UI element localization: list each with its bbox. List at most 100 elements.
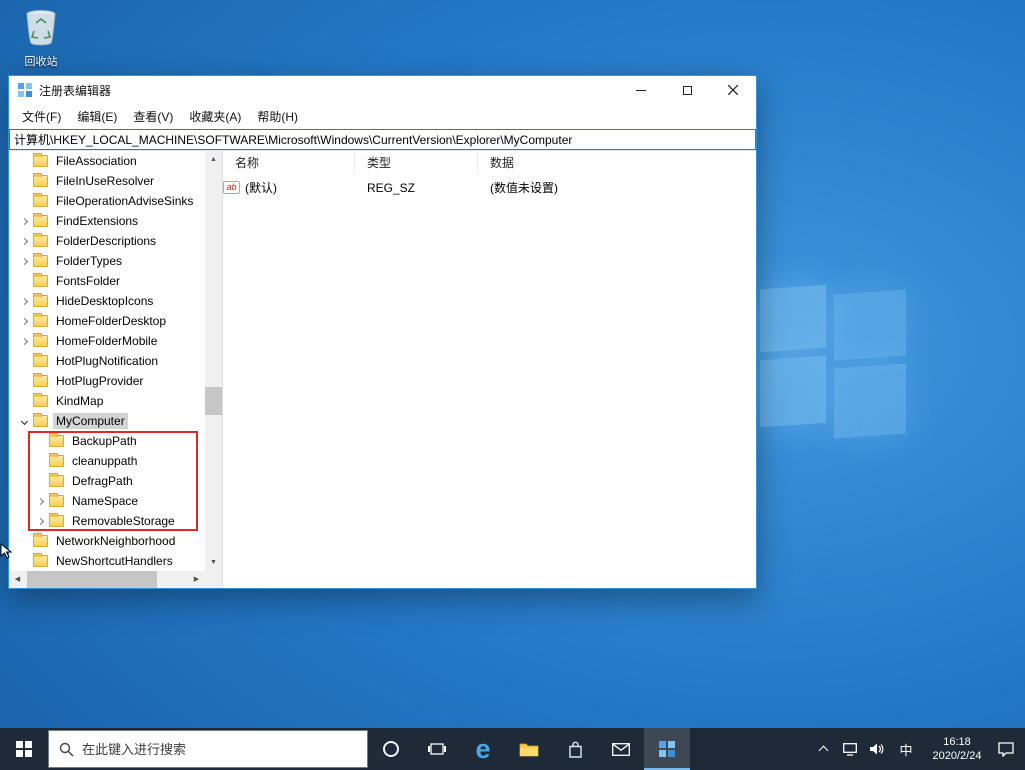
task-view-icon	[428, 743, 446, 755]
start-button[interactable]	[0, 728, 48, 770]
value-data: (数值未设置)	[490, 181, 558, 195]
tree-item-newshortcuthandlers[interactable]: NewShortcutHandlers	[9, 551, 205, 571]
windows-logo-pane	[834, 289, 906, 361]
tree-item-label: HotPlugNotification	[56, 354, 159, 368]
tree-item-label: NewShortcutHandlers	[56, 554, 173, 568]
chevron-down-icon[interactable]	[17, 417, 31, 425]
scroll-left-icon[interactable]	[9, 571, 26, 588]
values-list: (默认) REG_SZ (数值未设置)	[223, 173, 756, 197]
task-view-button[interactable]	[414, 728, 460, 770]
folder-icon	[33, 313, 48, 327]
action-center-button[interactable]	[997, 728, 1015, 770]
tree-item-label: BackupPath	[72, 434, 137, 448]
folder-icon	[33, 393, 48, 407]
recycle-bin-icon	[20, 10, 62, 51]
scroll-right-icon[interactable]	[188, 571, 205, 588]
tree-item-label: HotPlugProvider	[56, 374, 144, 388]
tree-item-homefolderdesktop[interactable]: HomeFolderDesktop	[9, 311, 205, 331]
column-header-type[interactable]: 类型	[355, 151, 478, 173]
maximize-button[interactable]	[664, 76, 710, 104]
folder-icon	[33, 273, 48, 287]
recycle-bin[interactable]: 回收站	[10, 5, 72, 69]
menu-file[interactable]: 文件(F)	[14, 104, 69, 129]
edge-button[interactable]: e	[460, 728, 506, 770]
mail-button[interactable]	[598, 728, 644, 770]
search-input[interactable]	[82, 741, 357, 757]
chevron-right-icon[interactable]	[17, 337, 31, 345]
chevron-right-icon[interactable]	[17, 297, 31, 305]
tree-item-hotplugprovider[interactable]: HotPlugProvider	[9, 371, 205, 391]
tree-item-networkneighborhood[interactable]: NetworkNeighborhood	[9, 531, 205, 551]
hidden-icons-button[interactable]	[814, 728, 832, 770]
folder-icon	[33, 213, 48, 227]
value-name: (默认)	[245, 180, 277, 195]
regedit-body: FileAssociation FileInUseResolver FileOper…	[9, 151, 756, 588]
menu-edit[interactable]: 编辑(E)	[69, 104, 125, 129]
tree-item-homefoldermobile[interactable]: HomeFolderMobile	[9, 331, 205, 351]
scrollbar-corner	[205, 571, 222, 588]
tree-item-fileassociation[interactable]: FileAssociation	[9, 151, 205, 171]
titlebar[interactable]: 注册表编辑器	[9, 76, 756, 104]
value-type: REG_SZ	[367, 180, 416, 195]
tree-item-backuppath[interactable]: BackupPath	[9, 431, 205, 451]
regedit-taskbar-button[interactable]	[644, 728, 690, 770]
tree-item-defragpath[interactable]: DefragPath	[9, 471, 205, 491]
tree-vertical-scrollbar[interactable]	[205, 151, 222, 571]
folder-icon	[49, 493, 64, 507]
horizontal-scroll-thumb[interactable]	[27, 571, 157, 588]
network-button[interactable]	[841, 728, 859, 770]
tree-item-label: FileInUseResolver	[56, 174, 155, 188]
tree-item-hidedesktopicons[interactable]: HideDesktopIcons	[9, 291, 205, 311]
tree-item-fontsfolder[interactable]: FontsFolder	[9, 271, 205, 291]
clock-date: 2020/2/24	[932, 750, 982, 762]
scroll-down-icon[interactable]	[205, 554, 222, 571]
cortana-button[interactable]	[368, 728, 414, 770]
tree-item-fileinuseresolver[interactable]: FileInUseResolver	[9, 171, 205, 191]
window-title: 注册表编辑器	[39, 83, 112, 98]
value-row[interactable]: (默认) REG_SZ (数值未设置)	[223, 177, 756, 197]
tree-item-cleanuppath[interactable]: cleanuppath	[9, 451, 205, 471]
tree-item-findextensions[interactable]: FindExtensions	[9, 211, 205, 231]
column-header-data[interactable]: 数据	[478, 151, 756, 173]
menu-view[interactable]: 查看(V)	[125, 104, 181, 129]
file-explorer-button[interactable]	[506, 728, 552, 770]
close-icon	[728, 85, 738, 95]
store-button[interactable]	[552, 728, 598, 770]
tree-item-hotplugnotification[interactable]: HotPlugNotification	[9, 351, 205, 371]
desktop: 回收站 注册表编辑器 文件(F)编辑(E)查看(V)收藏夹(A)帮助(H) Fi…	[0, 0, 1025, 770]
tree-item-kindmap[interactable]: KindMap	[9, 391, 205, 411]
chevron-right-icon[interactable]	[17, 237, 31, 245]
menu-favorites[interactable]: 收藏夹(A)	[181, 104, 249, 129]
menu-help[interactable]: 帮助(H)	[249, 104, 306, 129]
tree-item-fileoperationadvisesinks[interactable]: FileOperationAdviseSinks	[9, 191, 205, 211]
clock[interactable]: 16:18 2020/2/24	[926, 735, 988, 763]
vertical-scroll-thumb[interactable]	[205, 387, 222, 415]
registry-values-pane: 名称类型数据 (默认) REG_SZ (数值未设置)	[223, 151, 756, 588]
close-button[interactable]	[710, 76, 756, 104]
minimize-icon	[636, 89, 646, 91]
minimize-button[interactable]	[618, 76, 664, 104]
system-tray: 中 16:18 2020/2/24	[814, 728, 1025, 770]
taskbar-search[interactable]	[48, 730, 368, 768]
windows-logo-pane	[760, 284, 826, 353]
tree-item-folderdescriptions[interactable]: FolderDescriptions	[9, 231, 205, 251]
address-input[interactable]	[9, 129, 756, 150]
tree-item-mycomputer[interactable]: MyComputer	[9, 411, 205, 431]
folder-icon	[33, 233, 48, 247]
column-header-name[interactable]: 名称	[223, 151, 355, 173]
chevron-right-icon[interactable]	[33, 517, 47, 525]
tree-item-removablestorage[interactable]: RemovableStorage	[9, 511, 205, 531]
ime-indicator[interactable]: 中	[895, 728, 917, 770]
chevron-right-icon[interactable]	[17, 317, 31, 325]
chevron-right-icon[interactable]	[17, 257, 31, 265]
folder-icon	[33, 553, 48, 567]
volume-button[interactable]	[868, 728, 886, 770]
chevron-right-icon[interactable]	[33, 497, 47, 505]
tree-item-namespace[interactable]: NameSpace	[9, 491, 205, 511]
tree-horizontal-scrollbar[interactable]	[9, 571, 205, 588]
tree-item-label: MyComputer	[53, 413, 128, 429]
chevron-right-icon[interactable]	[17, 217, 31, 225]
tree-item-foldertypes[interactable]: FolderTypes	[9, 251, 205, 271]
tree-item-label: FindExtensions	[56, 214, 139, 228]
scroll-up-icon[interactable]	[205, 151, 222, 168]
